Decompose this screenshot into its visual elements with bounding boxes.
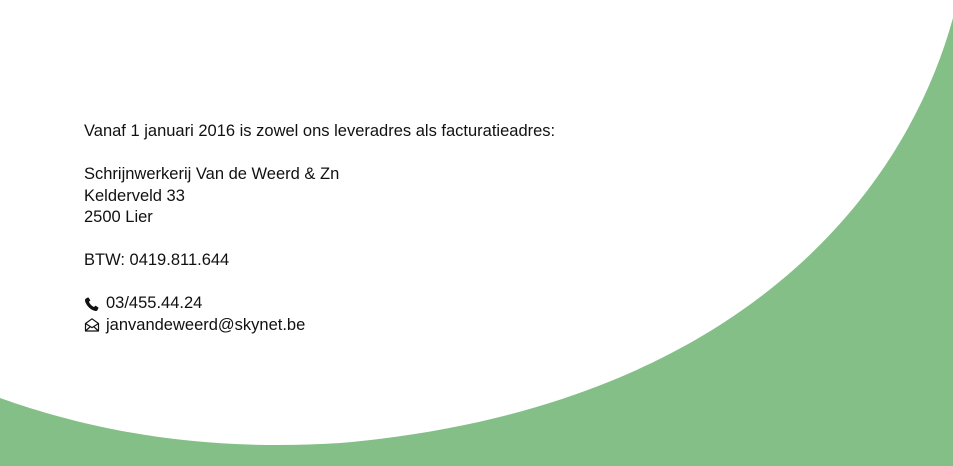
email-line: janvandeweerd@skynet.be <box>84 315 555 337</box>
page: Vanaf 1 januari 2016 is zowel ons levera… <box>0 0 953 466</box>
vat-number: BTW: 0419.811.644 <box>84 251 230 269</box>
address-block: Vanaf 1 januari 2016 is zowel ons levera… <box>84 121 555 336</box>
envelope-icon <box>84 317 100 333</box>
intro-text: Vanaf 1 januari 2016 is zowel ons levera… <box>84 122 556 140</box>
phone-line: 03/455.44.24 <box>84 293 555 315</box>
phone-icon <box>84 296 100 312</box>
company-name: Schrijnwerkerij Van de Weerd & Zn <box>84 165 340 183</box>
phone-number: 03/455.44.24 <box>106 294 203 312</box>
street-address: Kelderveld 33 <box>84 186 185 205</box>
email-address[interactable]: janvandeweerd@skynet.be <box>106 315 305 337</box>
postal-city: 2500 Lier <box>84 208 153 226</box>
